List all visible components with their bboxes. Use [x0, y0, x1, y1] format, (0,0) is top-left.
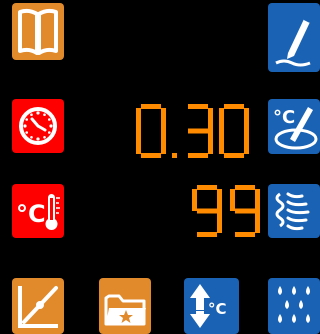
waves-icon [275, 192, 310, 231]
slope-button[interactable] [12, 278, 64, 334]
slope-line-icon [18, 286, 58, 328]
digit-9 [230, 185, 260, 237]
water-drops-icon [278, 286, 310, 323]
digit-9 [192, 185, 222, 237]
arrow-updown-celsius-icon: °C [190, 284, 227, 328]
calibrate-button[interactable]: °C [268, 99, 320, 154]
svg-text:°C: °C [273, 107, 295, 128]
clock-icon [19, 107, 57, 145]
temperature-celsius-icon: °C [16, 194, 60, 230]
temp-adjust-button[interactable]: °C [184, 278, 239, 334]
edit-button[interactable] [268, 3, 320, 72]
folder-button[interactable] [99, 278, 151, 334]
reading-secondary-display [192, 185, 260, 237]
digit-0 [219, 104, 249, 158]
timer-button[interactable] [12, 99, 64, 153]
water-button[interactable] [268, 278, 320, 334]
book-icon [18, 8, 58, 55]
temperature-button[interactable]: °C [12, 184, 64, 238]
svg-text:°C: °C [208, 300, 227, 318]
reading-primary-display [136, 104, 249, 158]
folder-star-icon [104, 294, 146, 326]
decimal-point [172, 153, 177, 158]
digit-0 [136, 104, 166, 158]
book-button[interactable] [12, 3, 64, 60]
agitation-button[interactable] [268, 184, 320, 238]
svg-text:°C: °C [16, 200, 46, 228]
pen-edit-icon [275, 18, 311, 67]
celsius-calibrate-icon: °C [273, 107, 318, 150]
digit-3 [188, 104, 213, 158]
